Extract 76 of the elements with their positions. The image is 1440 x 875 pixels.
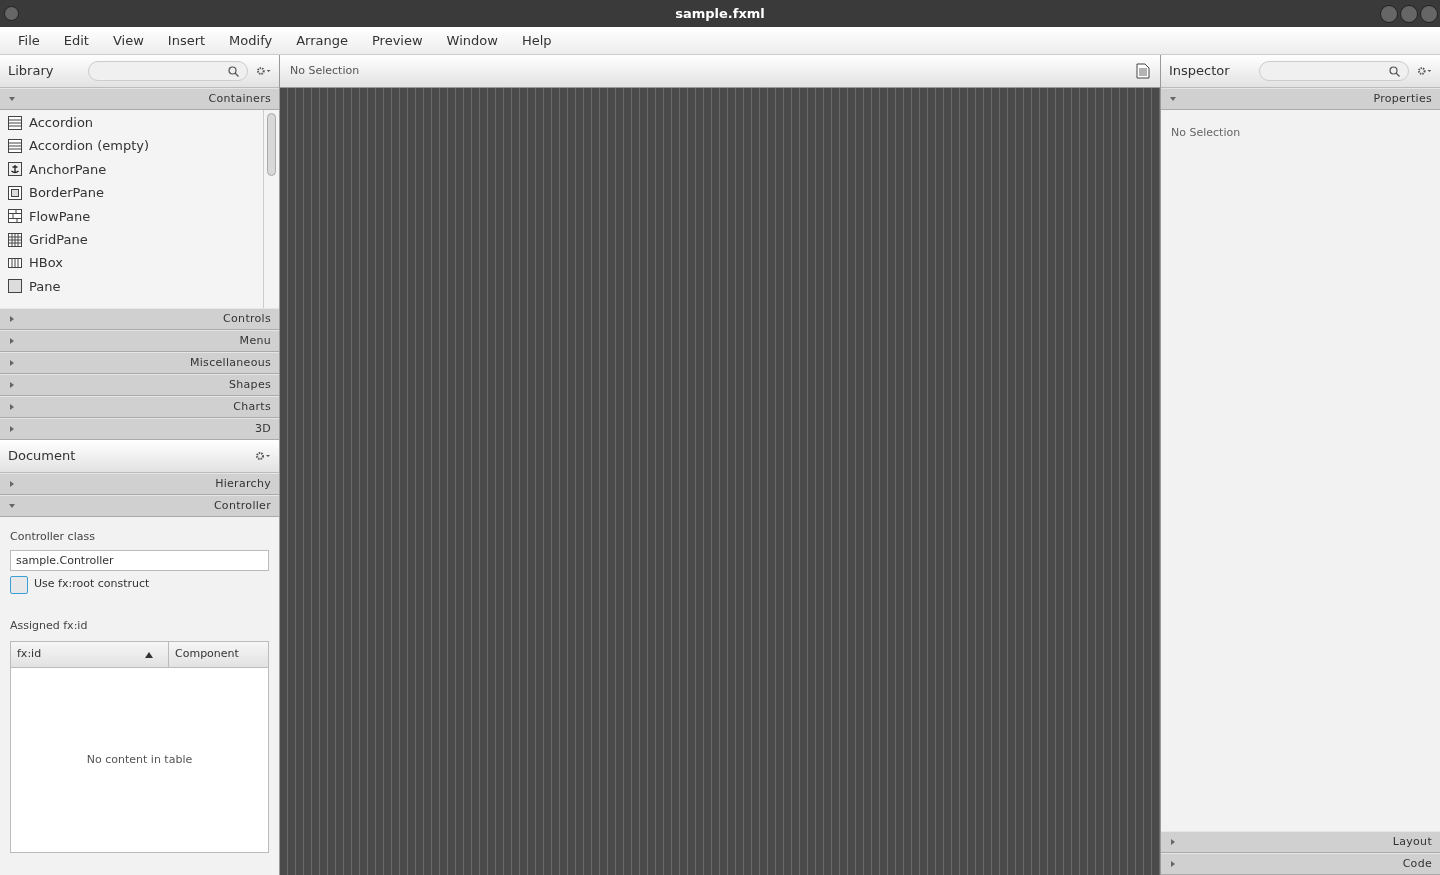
library-item[interactable]: Accordion (empty): [29, 136, 150, 156]
accordion-icon: [7, 138, 23, 155]
checkbox-label: Use fx:root construct: [34, 576, 150, 593]
expand-arrow-icon: [1169, 838, 1177, 846]
expand-arrow-icon: [8, 359, 16, 367]
selection-status: No Selection: [290, 62, 360, 79]
menu-item[interactable]: Window: [434, 28, 510, 53]
sort-ascending-icon: [144, 650, 154, 659]
collapse-arrow-icon: [8, 502, 16, 510]
expand-arrow-icon: [8, 315, 16, 323]
flow-pane-icon: [7, 208, 23, 225]
accordion-header[interactable]: Controller: [0, 495, 279, 517]
library-item[interactable]: HBox: [29, 253, 63, 273]
accordion-header[interactable]: Properties: [1161, 88, 1440, 110]
menu-item[interactable]: Modify: [217, 28, 285, 53]
menu-item[interactable]: Arrange: [284, 28, 360, 53]
minimize-button[interactable]: [1380, 4, 1398, 23]
accordion-header[interactable]: Shapes: [0, 374, 279, 396]
menu-item[interactable]: Preview: [360, 28, 435, 53]
search-field[interactable]: [87, 61, 248, 81]
checkbox[interactable]: [10, 575, 28, 594]
menu-item[interactable]: File: [6, 28, 52, 53]
collapse-arrow-icon: [1169, 95, 1177, 103]
expand-arrow-icon: [8, 381, 16, 389]
library-item[interactable]: Pane: [29, 276, 61, 297]
accordion-icon: [7, 114, 23, 131]
panel-title: Document: [8, 447, 76, 466]
accordion-header[interactable]: Controls: [0, 308, 279, 330]
field-label: Controller class: [10, 529, 96, 545]
document-icon[interactable]: [1136, 63, 1150, 79]
collapse-arrow-icon: [8, 95, 16, 103]
maximize-button[interactable]: [1400, 4, 1418, 23]
search-field[interactable]: [1258, 61, 1409, 81]
accordion-header[interactable]: Layout: [1161, 831, 1440, 853]
settings-icon[interactable]: [255, 451, 271, 461]
accordion-header[interactable]: Miscellaneous: [0, 352, 279, 374]
border-pane-icon: [7, 184, 23, 201]
expand-arrow-icon: [8, 425, 16, 433]
library-item[interactable]: AnchorPane: [29, 159, 107, 180]
expand-arrow-icon: [8, 480, 16, 488]
panel-title: Inspector: [1169, 62, 1231, 81]
expand-arrow-icon: [8, 337, 16, 345]
library-item[interactable]: FlowPane: [29, 206, 91, 226]
scrollbar[interactable]: [263, 110, 279, 308]
menu-item[interactable]: Insert: [155, 28, 218, 53]
accordion-header[interactable]: Containers: [0, 88, 279, 110]
panel-title: Library: [8, 62, 55, 81]
empty-table-message: No content in table: [86, 751, 193, 768]
accordion-header[interactable]: Hierarchy: [0, 473, 279, 495]
section-label: Assigned fx:id: [10, 617, 89, 634]
anchor-icon: [7, 161, 23, 178]
text-field[interactable]: sample.Controller: [10, 549, 269, 571]
accordion-header[interactable]: Charts: [0, 396, 279, 418]
expand-arrow-icon: [1169, 860, 1177, 868]
library-item[interactable]: GridPane: [29, 229, 88, 250]
accordion-header[interactable]: 3D: [0, 418, 279, 440]
search-icon: [227, 65, 239, 77]
column-header[interactable]: fx:id: [11, 642, 169, 667]
close-button[interactable]: [1420, 4, 1438, 23]
library-item[interactable]: BorderPane: [29, 183, 105, 203]
window-menu-button[interactable]: [4, 6, 19, 21]
menu-item[interactable]: View: [100, 28, 156, 53]
settings-icon[interactable]: [255, 66, 271, 76]
settings-icon[interactable]: [1416, 66, 1432, 76]
square-icon: [7, 278, 23, 295]
grid-icon: [7, 231, 23, 248]
menu-item[interactable]: Edit: [51, 28, 101, 53]
column-header[interactable]: Component: [169, 642, 268, 667]
window-title: sample.fxml: [675, 4, 765, 23]
menu-item[interactable]: Help: [509, 28, 564, 53]
accordion-header[interactable]: Menu: [0, 330, 279, 352]
empty-message: No Selection: [1171, 126, 1241, 139]
accordion-header[interactable]: Code: [1161, 853, 1440, 875]
expand-arrow-icon: [8, 403, 16, 411]
library-item[interactable]: Accordion: [29, 112, 94, 133]
search-icon: [1388, 65, 1400, 77]
